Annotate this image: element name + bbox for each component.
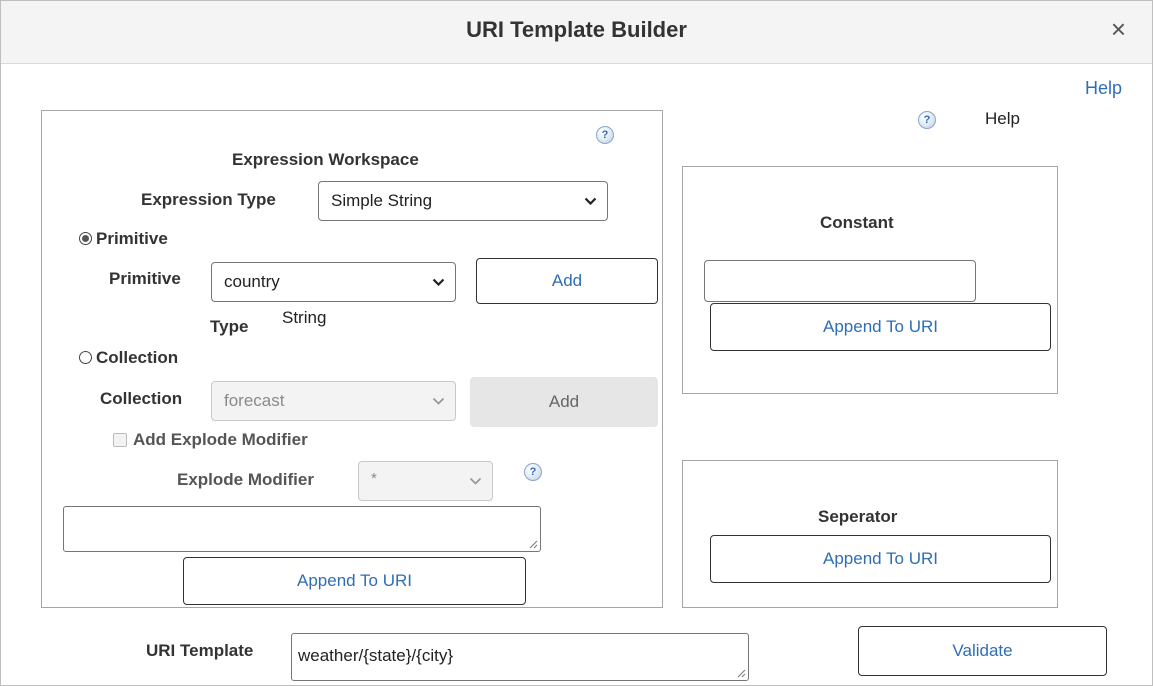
separator-heading: Seperator bbox=[818, 507, 898, 526]
constant-heading: Constant bbox=[820, 213, 894, 232]
explode-modifier-select[interactable]: * bbox=[358, 461, 493, 501]
primitive-radio[interactable] bbox=[79, 232, 92, 245]
help-label: Help bbox=[985, 109, 1020, 128]
uri-template-input[interactable]: weather/{state}/{city} bbox=[291, 633, 749, 681]
primitive-select[interactable]: country bbox=[211, 262, 456, 302]
expression-workspace-heading: Expression Workspace bbox=[232, 150, 419, 169]
explode-modifier-label: Explode Modifier bbox=[177, 470, 314, 489]
constant-append-button[interactable]: Append To URI bbox=[710, 303, 1051, 351]
explode-help-icon[interactable]: ? bbox=[524, 463, 542, 481]
primitive-add-button[interactable]: Add bbox=[476, 258, 658, 304]
help-link[interactable]: Help bbox=[1085, 78, 1122, 99]
explode-modifier-value: * bbox=[371, 470, 377, 487]
validate-button[interactable]: Validate bbox=[858, 626, 1107, 676]
constant-input[interactable] bbox=[704, 260, 976, 302]
type-value: String bbox=[282, 308, 327, 327]
type-label: Type bbox=[210, 317, 249, 336]
chevron-down-icon bbox=[432, 397, 445, 405]
chevron-down-icon bbox=[432, 278, 445, 286]
dialog: URI Template Builder × Help ? Help ? Exp… bbox=[0, 0, 1153, 686]
close-icon[interactable]: × bbox=[1111, 15, 1126, 43]
collection-radio[interactable] bbox=[79, 351, 92, 364]
workspace-help-icon[interactable]: ? bbox=[596, 126, 614, 144]
collection-value: forecast bbox=[224, 391, 285, 410]
collection-add-button[interactable]: Add bbox=[470, 377, 658, 427]
explode-modifier-checkbox[interactable] bbox=[113, 433, 127, 447]
separator-panel bbox=[682, 460, 1058, 608]
expression-type-value: Simple String bbox=[331, 191, 433, 210]
title-bar: URI Template Builder × bbox=[1, 1, 1152, 64]
uri-template-value: weather/{state}/{city} bbox=[298, 646, 453, 665]
expression-textarea[interactable] bbox=[63, 506, 541, 552]
uri-template-label: URI Template bbox=[146, 641, 254, 660]
explode-checkbox-label: Add Explode Modifier bbox=[133, 430, 308, 449]
collection-label: Collection bbox=[100, 389, 183, 408]
chevron-down-icon bbox=[584, 197, 597, 205]
collection-radio-label: Collection bbox=[96, 348, 179, 367]
primitive-value: country bbox=[224, 272, 280, 291]
resize-grip-icon[interactable] bbox=[529, 540, 538, 549]
primitive-label: Primitive bbox=[109, 269, 181, 288]
dialog-title: URI Template Builder bbox=[466, 17, 687, 42]
primitive-radio-label: Primitive bbox=[96, 229, 168, 248]
separator-append-button[interactable]: Append To URI bbox=[710, 535, 1051, 583]
expression-type-label: Expression Type bbox=[141, 190, 276, 209]
chevron-down-icon bbox=[469, 477, 482, 485]
resize-grip-icon[interactable] bbox=[737, 669, 746, 678]
help-icon[interactable]: ? bbox=[918, 111, 936, 129]
expression-type-select[interactable]: Simple String bbox=[318, 181, 608, 221]
workspace-append-button[interactable]: Append To URI bbox=[183, 557, 526, 605]
collection-select[interactable]: forecast bbox=[211, 381, 456, 421]
